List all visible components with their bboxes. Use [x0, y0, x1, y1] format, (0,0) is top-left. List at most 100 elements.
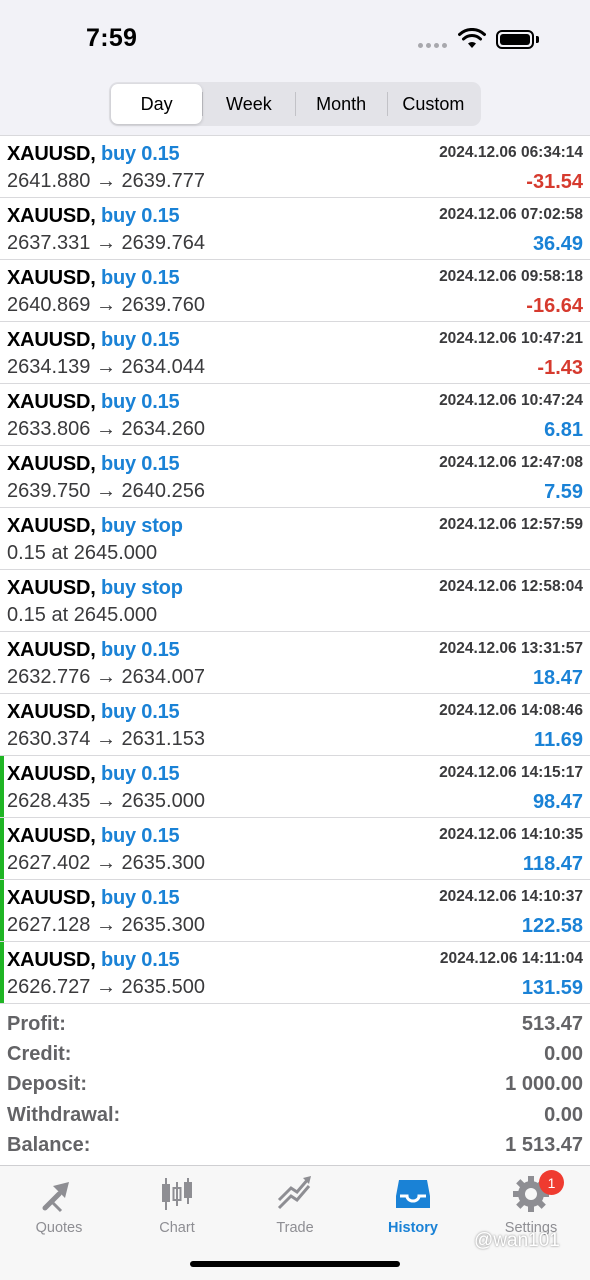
tab-chart[interactable]: Chart [118, 1174, 236, 1236]
trade-side: buy 0.15 [100, 205, 180, 227]
trade-datetime: 2024.12.06 07:02:58 [439, 206, 583, 223]
tab-history[interactable]: History [354, 1174, 472, 1236]
battery-icon [496, 30, 534, 49]
trade-side: buy 0.15 [100, 825, 180, 847]
symbol-name: XAUUSD, [7, 391, 96, 413]
trade-symbol: XAUUSD, buy 0.15 [7, 143, 180, 166]
trade-datetime: 2024.12.06 14:10:37 [439, 888, 583, 905]
history-row[interactable]: XAUUSD, buy stop 2024.12.06 12:57:59 0.15 … [0, 508, 590, 570]
trade-datetime: 2024.12.06 09:58:18 [439, 268, 583, 285]
trade-side: buy stop [100, 577, 183, 599]
history-row[interactable]: XAUUSD, buy 0.15 2024.12.06 14:10:37 2627.… [0, 880, 590, 942]
period-tab-month[interactable]: Month [296, 84, 387, 124]
summary-label: Profit: [7, 1013, 66, 1035]
trade-prices: 0.15 at 2645.000 [7, 542, 158, 564]
summary-label: Credit: [7, 1043, 72, 1066]
history-row[interactable]: XAUUSD, buy 0.15 2024.12.06 09:58:18 2640.… [0, 260, 590, 322]
trade-symbol: XAUUSD, buy 0.15 [7, 453, 180, 476]
symbol-name: XAUUSD, [7, 329, 96, 351]
trade-side: buy 0.15 [100, 949, 180, 971]
history-row[interactable]: XAUUSD, buy 0.15 2024.12.06 06:34:14 2641.… [0, 136, 590, 198]
summary-value: 513.47 [521, 1013, 583, 1035]
status-time: 7:59 [86, 24, 138, 52]
trade-profit: -31.54 [526, 171, 583, 193]
trade-symbol: XAUUSD, buy 0.15 [7, 701, 180, 724]
period-tab-custom[interactable]: Custom [388, 84, 479, 124]
symbol-name: XAUUSD, [7, 267, 96, 289]
symbol-name: XAUUSD, [7, 205, 96, 227]
trade-prices: 2630.374 → 2631.153 [7, 728, 205, 750]
symbol-name: XAUUSD, [7, 143, 96, 165]
trade-prices: 2641.880 → 2639.777 [7, 170, 205, 192]
battery-tip [536, 36, 539, 43]
symbol-name: XAUUSD, [7, 763, 96, 785]
summary-value: 0.00 [544, 1043, 583, 1066]
history-row[interactable]: XAUUSD, buy 0.15 2024.12.06 13:31:57 2632.… [0, 632, 590, 694]
history-row[interactable]: XAUUSD, buy 0.15 2024.12.06 14:10:35 2627.… [0, 818, 590, 880]
trade-prices: 2627.128 → 2635.300 [7, 914, 205, 936]
symbol-name: XAUUSD, [7, 701, 96, 723]
history-row[interactable]: XAUUSD, buy 0.15 2024.12.06 07:02:58 2637.… [0, 198, 590, 260]
trade-symbol: XAUUSD, buy 0.15 [7, 949, 180, 972]
symbol-name: XAUUSD, [7, 515, 96, 537]
trade-symbol: XAUUSD, buy 0.15 [7, 205, 180, 228]
summary-row: Credit: 0.00 [0, 1040, 590, 1070]
summary-row: Balance: 1 513.47 [0, 1131, 590, 1161]
symbol-name: XAUUSD, [7, 453, 96, 475]
trade-profit: 6.81 [544, 419, 583, 441]
summary-label: Withdrawal: [7, 1103, 121, 1126]
tab-settings[interactable]: 1 Settings [472, 1170, 590, 1236]
tab-quotes[interactable]: Quotes [0, 1174, 118, 1236]
period-tab-week[interactable]: Week [203, 84, 294, 124]
trade-icon [277, 1176, 311, 1210]
trade-side: buy 0.15 [100, 143, 180, 165]
history-row[interactable]: XAUUSD, buy 0.15 2024.12.06 14:11:04 2626.… [0, 942, 590, 1004]
trade-symbol: XAUUSD, buy 0.15 [7, 329, 180, 352]
watermark: @wan101 [474, 1230, 560, 1251]
trade-side: buy 0.15 [100, 453, 180, 475]
trade-profit: 36.49 [532, 233, 583, 255]
history-list: XAUUSD, buy 0.15 2024.12.06 06:34:14 2641.… [0, 135, 590, 1004]
summary-row: Withdrawal: 0.00 [0, 1101, 590, 1131]
home-indicator[interactable] [190, 1261, 400, 1267]
trade-profit: 7.59 [544, 481, 583, 503]
trade-datetime: 2024.12.06 13:31:57 [439, 640, 583, 657]
trade-datetime: 2024.12.06 14:15:17 [439, 764, 583, 781]
settings-notification-badge: 1 [539, 1170, 564, 1195]
trade-side: buy 0.15 [100, 639, 180, 661]
trade-datetime: 2024.12.06 12:57:59 [439, 516, 583, 533]
summary-value: 1 513.47 [505, 1133, 583, 1156]
trade-prices: 2626.727 → 2635.500 [7, 976, 205, 998]
symbol-name: XAUUSD, [7, 825, 96, 847]
trade-symbol: XAUUSD, buy stop [7, 577, 183, 600]
summary-value: 1 000.00 [505, 1073, 583, 1096]
trade-prices: 2634.139 → 2634.044 [7, 356, 205, 378]
chart-icon [162, 1178, 192, 1210]
trade-symbol: XAUUSD, buy 0.15 [7, 825, 180, 848]
trade-side: buy 0.15 [100, 391, 180, 413]
history-row[interactable]: XAUUSD, buy 0.15 2024.12.06 14:08:46 2630.… [0, 694, 590, 756]
history-row[interactable]: XAUUSD, buy 0.15 2024.12.06 14:15:17 2628.… [0, 756, 590, 818]
history-row[interactable]: XAUUSD, buy 0.15 2024.12.06 12:47:08 2639.… [0, 446, 590, 508]
trade-prices: 2627.402 → 2635.300 [7, 852, 205, 874]
trade-profit: -16.64 [526, 295, 583, 317]
trade-side: buy 0.15 [100, 329, 180, 351]
history-icon [396, 1180, 430, 1208]
trade-symbol: XAUUSD, buy stop [7, 515, 183, 538]
trade-prices: 2637.331 → 2639.764 [7, 232, 205, 254]
trade-side: buy 0.15 [100, 887, 180, 909]
tab-label-quotes: Quotes [35, 1220, 83, 1236]
symbol-name: XAUUSD, [7, 639, 96, 661]
header-area: 7:59 Day Week Month Custom [0, 0, 590, 135]
quotes-icon [42, 1182, 69, 1213]
trade-datetime: 2024.12.06 12:58:04 [439, 578, 583, 595]
tab-label-history: History [388, 1220, 438, 1236]
history-row[interactable]: XAUUSD, buy stop 2024.12.06 12:58:04 0.15 … [0, 570, 590, 632]
history-row[interactable]: XAUUSD, buy 0.15 2024.12.06 10:47:21 2634.… [0, 322, 590, 384]
history-row[interactable]: XAUUSD, buy 0.15 2024.12.06 10:47:24 2633.… [0, 384, 590, 446]
trade-side: buy 0.15 [100, 701, 180, 723]
summary-label: Balance: [7, 1133, 91, 1156]
tab-label-trade: Trade [276, 1220, 314, 1236]
tab-trade[interactable]: Trade [236, 1174, 354, 1236]
period-tab-day[interactable]: Day [111, 84, 203, 124]
